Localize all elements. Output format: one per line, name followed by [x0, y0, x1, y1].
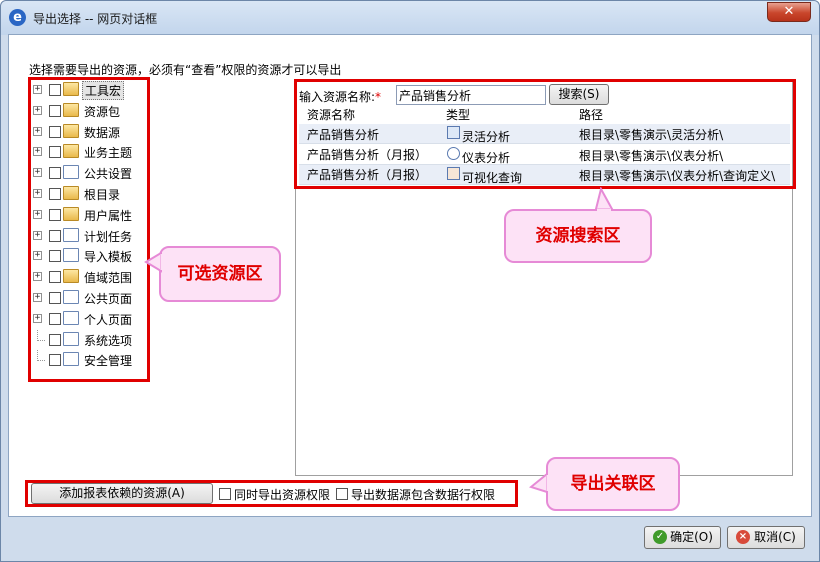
instruction-text: 选择需要导出的资源，必须有“查看”权限的资源才可以导出 [29, 63, 342, 77]
ie-app-icon: e [9, 9, 26, 26]
callout-pointer-left [144, 251, 164, 273]
dialog-window: e 导出选择 -- 网页对话框 ✕ 选择需要导出的资源，必须有“查看”权限的资源… [0, 0, 820, 562]
callout-resource-search: 资源搜索区 [504, 209, 652, 263]
ok-button[interactable]: ✓ 确定(O) [644, 526, 721, 549]
selectable-area-highlight [28, 77, 150, 382]
check-icon: ✓ [653, 530, 667, 544]
callout-pointer-up [594, 187, 614, 211]
search-area-highlight [294, 79, 796, 189]
cancel-button[interactable]: × 取消(C) [727, 526, 805, 549]
window-title: 导出选择 -- 网页对话框 [33, 12, 158, 26]
export-area-highlight [25, 480, 518, 507]
callout-selectable-resources: 可选资源区 [159, 246, 281, 302]
title-bar[interactable]: e 导出选择 -- 网页对话框 ✕ [1, 1, 819, 35]
cancel-icon: × [736, 530, 750, 544]
close-button[interactable]: ✕ [767, 2, 811, 22]
callout-pointer-left-bottom [529, 471, 549, 494]
callout-export-related: 导出关联区 [546, 457, 680, 511]
